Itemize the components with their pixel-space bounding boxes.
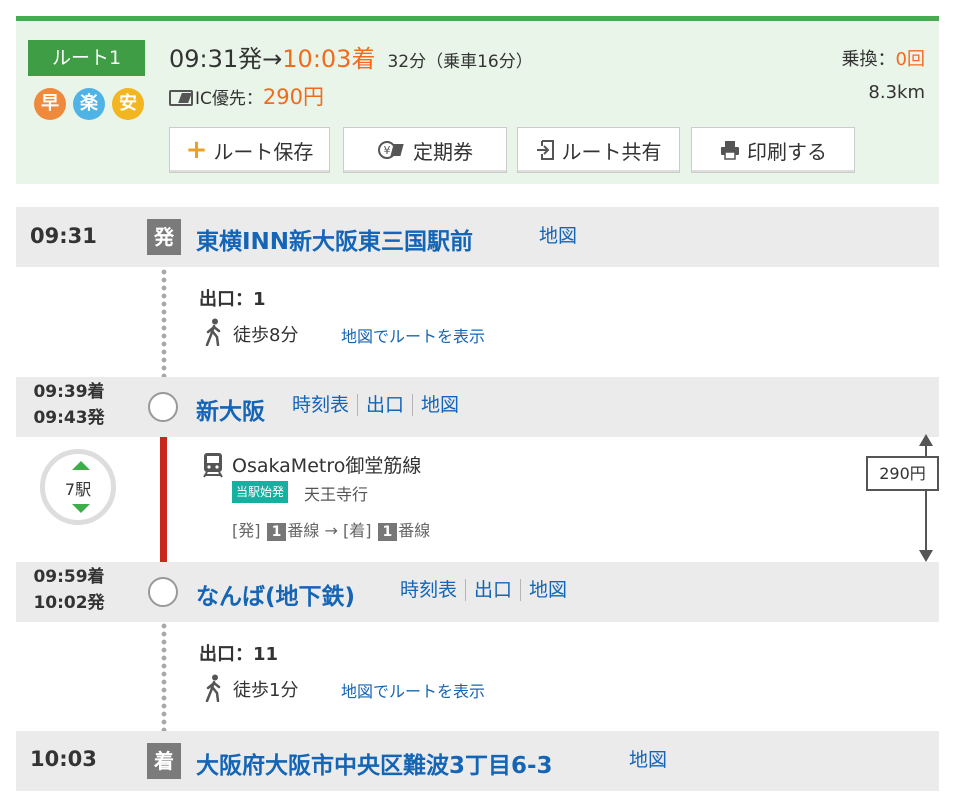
arrival-time: 10:03着 xyxy=(282,45,376,73)
show-route-on-map-link[interactable]: 地図でルートを表示 xyxy=(341,678,485,702)
walk-duration: 徒歩1分 xyxy=(233,680,299,701)
station-node xyxy=(148,577,178,607)
fare-value: 290円 xyxy=(262,85,324,109)
exit-link[interactable]: 出口 xyxy=(357,394,412,416)
cheap-badge: 安 xyxy=(112,88,144,120)
svg-text:¥: ¥ xyxy=(384,144,391,157)
commuter-pass-label: 定期券 xyxy=(413,139,473,164)
departure-time: 09:31発 xyxy=(169,45,263,73)
time-summary: 09:31発→10:03着 32分（乗車16分） xyxy=(169,39,533,74)
exit-label: 出口：11 xyxy=(199,644,279,665)
save-route-label: ルート保存 xyxy=(213,139,314,164)
route-summary: ルート1 早 楽 安 09:31発→10:03着 32分（乗車16分） 乗換：0回… xyxy=(16,16,939,184)
show-route-on-map-link[interactable]: 地図でルートを表示 xyxy=(341,323,485,347)
yen-pass-icon: ¥ xyxy=(377,139,407,161)
save-route-button[interactable]: + ルート保存 xyxy=(169,127,330,173)
distance: 8.3km xyxy=(868,82,925,103)
section-fare: 290円 xyxy=(866,456,939,491)
expand-up-icon xyxy=(72,461,90,470)
print-button[interactable]: 印刷する xyxy=(691,127,855,173)
departure-time: 10:02発 xyxy=(33,593,105,613)
track-suffix: 番線 xyxy=(398,521,431,540)
arrow: → xyxy=(324,521,338,540)
departure-platform-number: 1 xyxy=(266,523,287,541)
fare-label: IC優先： xyxy=(195,89,263,109)
arrival-time: 09:59着 xyxy=(33,567,105,587)
map-link[interactable]: 地図 xyxy=(520,579,575,601)
ic-card-icon xyxy=(169,90,193,106)
arrow: → xyxy=(262,45,283,73)
line-name: OsakaMetro御堂筋線 xyxy=(232,455,422,477)
train-icon xyxy=(203,453,223,478)
duration: 32分（乗車16分） xyxy=(387,52,533,72)
transfer-info: 乗換：0回 xyxy=(842,45,925,71)
start-links: 地図 xyxy=(539,225,585,247)
commuter-pass-button[interactable]: ¥ 定期券 xyxy=(343,127,507,173)
departure-time: 09:43発 xyxy=(33,408,105,428)
track-suffix: 番線 xyxy=(287,521,320,540)
plus-icon: + xyxy=(185,135,208,165)
station-count-toggle[interactable]: 7駅 xyxy=(40,449,116,525)
easy-badge: 楽 xyxy=(73,88,105,120)
timetable-link[interactable]: 時刻表 xyxy=(400,579,465,601)
transfer-count: 0回 xyxy=(895,49,925,70)
station-links: 時刻表 出口 地図 xyxy=(400,579,575,601)
walk-route-line xyxy=(161,606,167,740)
start-point-name[interactable]: 東横INN新大阪東三国駅前 xyxy=(196,222,473,256)
transfer-label: 乗換： xyxy=(841,49,896,70)
walk-duration: 徒歩8分 xyxy=(233,325,299,346)
map-link[interactable]: 地図 xyxy=(539,225,585,247)
train-direction: 天王寺行 xyxy=(304,485,369,504)
walk-route-line xyxy=(161,252,167,382)
arrow-down-icon xyxy=(919,550,933,562)
train-route-line xyxy=(160,420,167,580)
goal-point-name[interactable]: 大阪府大阪市中央区難波3丁目6-3 xyxy=(196,746,553,780)
arrival-platform-label: [着] xyxy=(342,521,372,540)
goal-time: 10:03 xyxy=(30,747,97,771)
expand-down-icon xyxy=(72,504,90,513)
station-name[interactable]: なんば(地下鉄) xyxy=(196,577,355,611)
station-name[interactable]: 新大阪 xyxy=(196,392,265,426)
station-times: 09:39着 09:43発 xyxy=(28,379,110,431)
share-route-label: ルート共有 xyxy=(561,139,662,164)
walk-icon xyxy=(205,674,221,702)
departure-mark: 発 xyxy=(147,219,181,255)
goal-links: 地図 xyxy=(629,749,675,771)
arrival-time: 09:39着 xyxy=(33,382,105,402)
fare-info: IC優先：290円 xyxy=(169,81,324,111)
station-times: 09:59着 10:02発 xyxy=(28,564,110,616)
print-label: 印刷する xyxy=(747,139,827,164)
origin-station-badge: 当駅始発 xyxy=(232,481,289,503)
share-route-button[interactable]: ルート共有 xyxy=(517,127,680,173)
station-node xyxy=(148,392,178,422)
exit-label: 出口：1 xyxy=(199,289,266,310)
departure-platform-label: [発] xyxy=(232,521,261,540)
timetable-link[interactable]: 時刻表 xyxy=(292,394,357,416)
arrival-mark: 着 xyxy=(147,743,181,779)
walk-icon xyxy=(205,318,221,346)
arrow-up-icon xyxy=(919,434,933,446)
platform-info: [発] 1 番線 → [着] 1 番線 xyxy=(232,517,430,541)
station-links: 時刻表 出口 地図 xyxy=(292,394,467,416)
exit-link[interactable]: 出口 xyxy=(465,579,520,601)
map-link[interactable]: 地図 xyxy=(629,749,675,771)
share-icon xyxy=(536,139,556,161)
route-label: ルート1 xyxy=(28,40,145,76)
fast-badge: 早 xyxy=(34,88,66,120)
map-link[interactable]: 地図 xyxy=(412,394,467,416)
arrival-platform-number: 1 xyxy=(377,523,398,541)
start-time: 09:31 xyxy=(30,224,97,248)
printer-icon xyxy=(719,139,741,161)
station-count: 7駅 xyxy=(64,480,92,499)
